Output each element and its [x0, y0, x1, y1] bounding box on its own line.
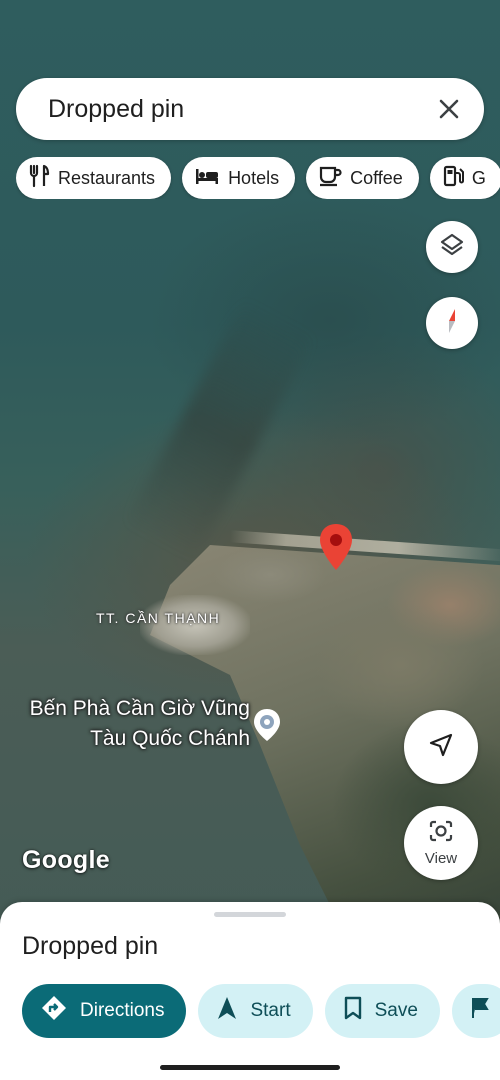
- chip-gas[interactable]: G: [429, 157, 500, 199]
- search-query[interactable]: Dropped pin: [48, 95, 184, 124]
- gas-pump-icon: [442, 164, 464, 193]
- search-bar[interactable]: Dropped pin: [16, 78, 484, 140]
- sediment-plume: [123, 296, 317, 564]
- view-label: View: [424, 850, 458, 867]
- action-buttons: Directions Start Save: [22, 984, 500, 1038]
- start-label: Start: [250, 1000, 291, 1021]
- navigation-arrow-icon: [216, 995, 238, 1027]
- place-title: Dropped pin: [22, 932, 159, 960]
- more-actions-button[interactable]: [451, 984, 500, 1038]
- chip-restaurants[interactable]: Restaurants: [16, 157, 172, 199]
- save-label: Save: [374, 1000, 418, 1021]
- close-icon[interactable]: [434, 94, 464, 124]
- sheet-drag-handle[interactable]: [214, 912, 286, 917]
- chip-label: G: [471, 167, 486, 188]
- chip-label: Coffee: [350, 167, 403, 188]
- fork-knife-icon: [28, 164, 50, 193]
- layers-button[interactable]: [426, 221, 478, 273]
- directions-label: Directions: [80, 1000, 165, 1021]
- flag-icon: [470, 996, 490, 1026]
- coffee-cup-icon: [318, 165, 342, 192]
- category-chips: Restaurants Hotels Coffee G: [16, 157, 500, 199]
- compass-icon: [441, 306, 463, 341]
- ferry-label-line-2: Tàu Quốc Chánh: [90, 727, 250, 750]
- directions-button[interactable]: Directions: [22, 984, 187, 1038]
- bed-icon: [194, 166, 220, 191]
- place-bottom-sheet[interactable]: Dropped pin Directions Start Save: [0, 902, 500, 1080]
- chip-hotels[interactable]: Hotels: [182, 157, 296, 199]
- chip-coffee[interactable]: Coffee: [306, 157, 419, 199]
- camera-view-icon: [428, 819, 454, 848]
- save-button[interactable]: Save: [324, 984, 440, 1038]
- ferry-label-line-1: Bến Phà Cần Giờ Vũng: [29, 697, 250, 720]
- my-location-button[interactable]: [404, 710, 478, 784]
- chip-label: Hotels: [228, 167, 280, 188]
- home-indicator[interactable]: [160, 1065, 340, 1070]
- ferry-map-label[interactable]: Bến Phà Cần Giờ Vũng Tàu Quốc Chánh: [0, 694, 250, 754]
- google-logo: Google: [22, 846, 110, 874]
- compass-button[interactable]: [426, 297, 478, 349]
- directions-icon: [40, 994, 68, 1028]
- dropped-pin-marker[interactable]: [318, 522, 354, 572]
- bookmark-icon: [343, 995, 363, 1027]
- place-pin-icon[interactable]: [252, 707, 282, 743]
- view-button[interactable]: View: [404, 806, 478, 880]
- start-button[interactable]: Start: [198, 984, 313, 1038]
- layers-icon: [439, 232, 465, 263]
- town-map-label: TT. CẦN THẠNH: [96, 610, 221, 626]
- chip-label: Restaurants: [58, 167, 156, 188]
- navigation-arrow-icon: [428, 732, 454, 763]
